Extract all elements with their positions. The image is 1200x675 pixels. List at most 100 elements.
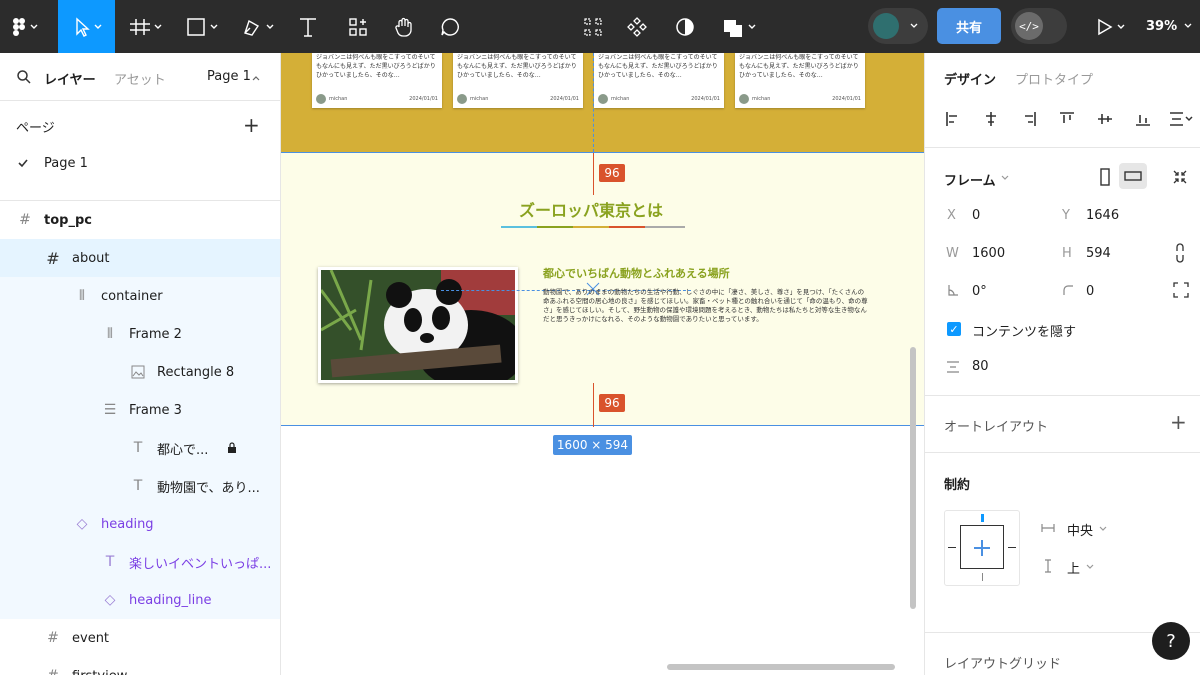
help-button[interactable]: ? (1152, 622, 1190, 660)
resources-button[interactable] (342, 0, 374, 53)
zoom-chevron-down-icon[interactable] (1184, 22, 1192, 30)
vertical-constraint-select[interactable]: 上 (1067, 558, 1080, 577)
layer-frame-2[interactable]: ⦀ Frame 2 (0, 315, 280, 353)
comment-bubble-icon (441, 17, 459, 36)
card-author: michan (470, 95, 489, 102)
tab-assets[interactable]: アセット (114, 69, 166, 88)
constraint-center-v[interactable] (981, 540, 983, 556)
chevron-down-icon[interactable] (1001, 174, 1009, 182)
share-button[interactable]: 共有 (937, 8, 1001, 44)
resize-to-fit-icon[interactable] (1172, 169, 1188, 185)
about-heading[interactable]: ズーロッパ東京とは (501, 197, 681, 221)
constrain-proportions-icon[interactable] (1174, 243, 1186, 263)
hand-tool-button[interactable] (388, 0, 420, 53)
avatar (598, 94, 608, 104)
constraint-right-handle[interactable] (1008, 547, 1016, 548)
rotation-input[interactable]: 0° (972, 284, 987, 299)
frame-tool-button[interactable] (124, 0, 172, 53)
card-text: ジョバンニは何べんも眼をこすってのそいてもなんにも見えず、ただ黒いびろうどばかり… (598, 54, 718, 79)
constraints-widget[interactable] (944, 510, 1020, 586)
tab-design[interactable]: デザイン (944, 69, 996, 88)
align-right-icon[interactable] (1021, 111, 1037, 127)
search-icon[interactable] (16, 69, 32, 85)
independent-corners-icon[interactable] (1173, 282, 1189, 298)
horizontal-scrollbar[interactable] (667, 664, 895, 670)
lock-icon[interactable] (227, 442, 237, 454)
create-component-button[interactable] (622, 0, 652, 53)
zoom-level[interactable]: 39% (1146, 0, 1177, 53)
hand-icon (395, 17, 412, 37)
layer-firstview[interactable]: # firstview (0, 657, 280, 675)
chevron-down-icon[interactable] (1086, 563, 1094, 571)
align-horizontal-center-icon[interactable] (983, 111, 999, 127)
about-subheading[interactable]: 都心でいちばん動物とふれあえる場所 (543, 265, 730, 281)
page-item[interactable]: Page 1 (0, 149, 280, 179)
tab-prototype[interactable]: プロトタイプ (1015, 69, 1093, 88)
text-tool-button[interactable] (292, 0, 324, 53)
user-avatar-menu[interactable] (868, 8, 928, 44)
add-page-button[interactable]: + (243, 113, 260, 137)
boolean-groups-button[interactable] (716, 0, 764, 53)
y-input[interactable]: 1646 (1086, 208, 1119, 223)
portrait-orientation-icon[interactable] (1099, 168, 1111, 186)
panda-image (321, 270, 515, 380)
comment-tool-button[interactable] (434, 0, 466, 53)
page-selector[interactable]: Page 1 (207, 69, 251, 84)
present-button[interactable] (1090, 0, 1132, 53)
w-input[interactable]: 1600 (972, 246, 1005, 261)
cursor-arrow-icon (75, 16, 101, 37)
main-menu-button[interactable] (0, 0, 48, 53)
align-left-icon[interactable] (945, 111, 961, 127)
about-body-text[interactable]: 動物園で、ありのままの動物たちの生活や行動、しぐさの中に「凄さ、美しさ、尊さ」を… (543, 288, 868, 324)
h-input[interactable]: 594 (1086, 246, 1111, 261)
auto-layout-vertical-icon: ⦀ (106, 326, 114, 342)
landscape-orientation-button[interactable] (1119, 163, 1147, 189)
horizontal-constraint-select[interactable]: 中央 (1067, 520, 1093, 539)
x-input[interactable]: 0 (972, 208, 980, 223)
about-frame[interactable]: 96 ズーロッパ東京とは 都心でいちばん動物とふれあえる場所 動物園で、ありのま… (281, 152, 924, 427)
layer-container[interactable]: ⦀ container (0, 277, 280, 315)
layer-rectangle-8[interactable]: Rectangle 8 (0, 353, 280, 391)
clip-content-checkbox[interactable]: ✓ (947, 322, 961, 336)
frame-label[interactable]: フレーム (944, 170, 996, 189)
add-auto-layout-button[interactable]: + (1170, 410, 1187, 434)
chevron-down-icon[interactable] (1099, 525, 1107, 533)
layer-text-toshin[interactable]: T 都心で... (0, 429, 280, 467)
layer-heading[interactable]: ◇ heading (0, 505, 280, 543)
layer-text-event[interactable]: T 楽しいイベントいっぱ... (0, 543, 280, 581)
dev-mode-toggle[interactable]: </> (1011, 8, 1067, 44)
align-bottom-icon[interactable] (1135, 111, 1151, 127)
radius-input[interactable]: 0 (1086, 284, 1094, 299)
tab-layers[interactable]: レイヤー (44, 69, 96, 88)
frame-section: フレーム X 0 Y 1646 W 1600 H 594 0° 0 ✓ コンテン… (925, 148, 1200, 396)
spacing-input[interactable]: 80 (972, 359, 989, 374)
layer-about[interactable]: # about (0, 239, 280, 277)
layer-label: top_pc (44, 212, 92, 228)
auto-layout-suggest-button[interactable] (578, 0, 608, 53)
avatar (739, 94, 749, 104)
spacing-badge-top: 96 (599, 164, 625, 182)
layer-heading-line[interactable]: ◇ heading_line (0, 581, 280, 619)
pen-tool-button[interactable] (236, 0, 284, 53)
chevron-up-icon[interactable] (252, 74, 260, 82)
heading-line-segment (537, 226, 573, 228)
panda-photo[interactable] (318, 267, 518, 383)
layer-frame-3[interactable]: ☰ Frame 3 (0, 391, 280, 429)
image-icon (130, 364, 146, 380)
layer-text-doubutsuen[interactable]: T 動物園で、あり... (0, 467, 280, 505)
constraint-left-handle[interactable] (948, 547, 956, 548)
layer-top-pc[interactable]: # top_pc (0, 201, 280, 239)
pen-icon (244, 19, 274, 36)
shape-tool-button[interactable] (180, 0, 228, 53)
mask-button[interactable] (670, 0, 700, 53)
vertical-scrollbar[interactable] (910, 347, 916, 609)
design-canvas[interactable]: ジョバンニは何べんも眼をこすってのそいてもなんにも見えず、ただ黒いびろうどばかり… (281, 53, 924, 675)
distribute-menu-icon[interactable] (1169, 111, 1193, 127)
layer-event[interactable]: # event (0, 619, 280, 657)
move-tool-button[interactable] (58, 0, 115, 53)
constraint-bottom-handle[interactable] (982, 573, 983, 581)
constraint-top-handle[interactable] (981, 514, 984, 522)
align-vertical-center-icon[interactable] (1097, 111, 1113, 127)
align-top-icon[interactable] (1059, 111, 1075, 127)
figma-logo-icon (13, 17, 38, 36)
